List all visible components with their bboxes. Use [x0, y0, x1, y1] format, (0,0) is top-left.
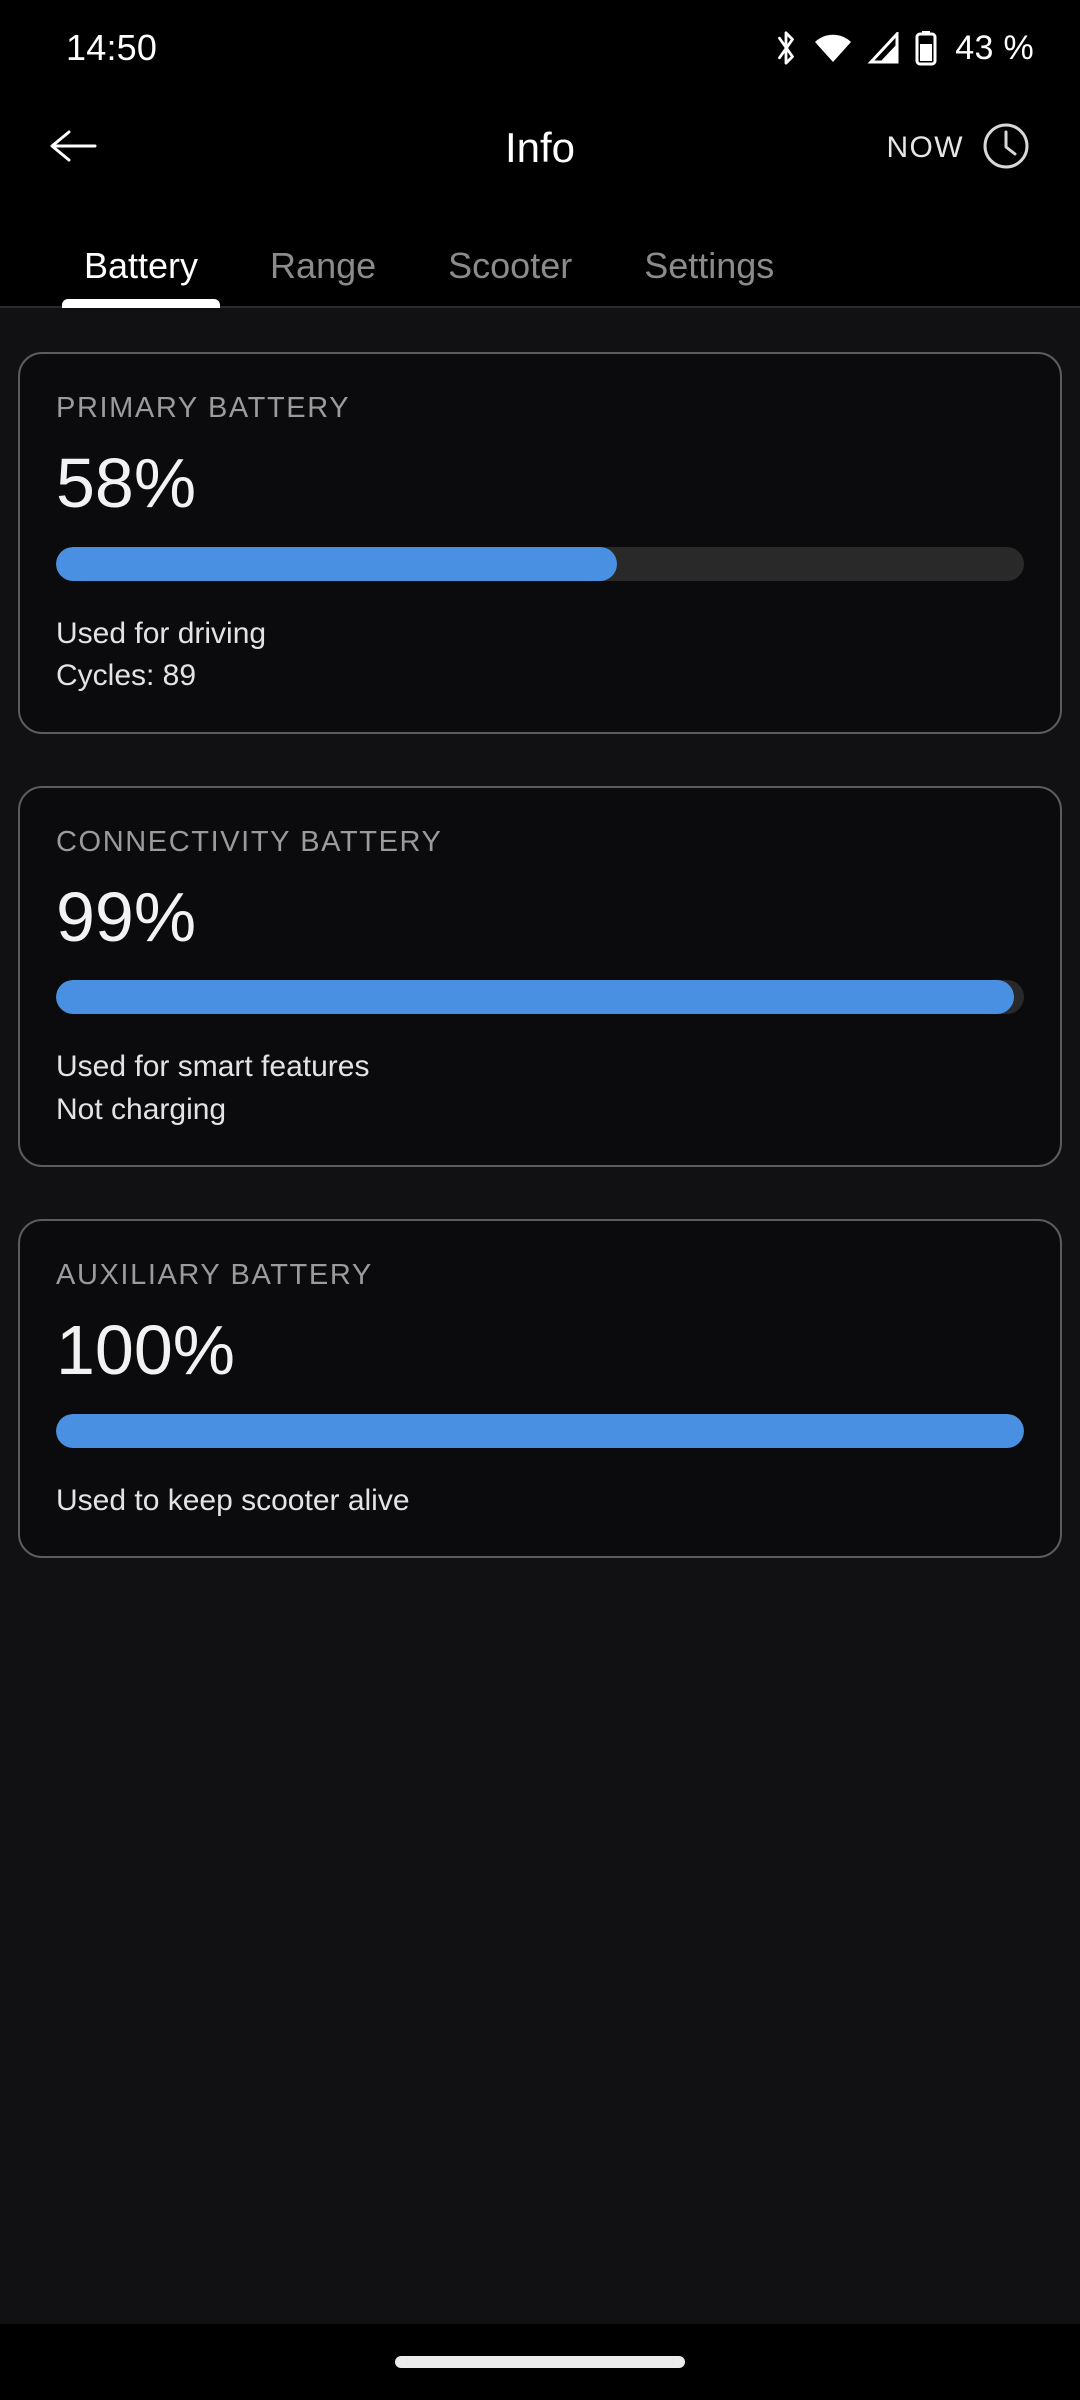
- battery-icon: [915, 30, 937, 66]
- connectivity-battery-progress-track: [56, 980, 1024, 1015]
- connectivity-battery-note-charging: Not charging: [56, 1092, 227, 1126]
- connectivity-battery-note-usage: Used for smart features: [56, 1050, 370, 1084]
- primary-battery-note-cycles: Cycles: 89: [56, 659, 197, 693]
- tab-battery[interactable]: Battery: [48, 248, 234, 308]
- status-bar-icons: 43 %: [773, 29, 1034, 68]
- tab-range[interactable]: Range: [234, 248, 412, 306]
- arrow-left-icon: [47, 126, 97, 171]
- now-button[interactable]: NOW: [886, 120, 1044, 177]
- tab-bar: Battery Range Scooter Settings: [0, 200, 1080, 308]
- status-bar-battery-percent: 43 %: [955, 28, 1034, 67]
- connectivity-battery-progress-fill: [56, 980, 1015, 1015]
- system-navigation-bar: [0, 2324, 1080, 2400]
- cellular-signal-icon: [867, 32, 901, 64]
- primary-battery-card[interactable]: PRIMARY BATTERY 58% Used for driving Cyc…: [18, 352, 1062, 734]
- battery-tab-content: PRIMARY BATTERY 58% Used for driving Cyc…: [0, 308, 1080, 2324]
- tab-scooter[interactable]: Scooter: [412, 248, 608, 306]
- back-button[interactable]: [36, 112, 108, 184]
- clock-icon: [980, 120, 1032, 177]
- status-bar: 14:50 43 %: [0, 0, 1080, 96]
- now-label: NOW: [886, 131, 964, 164]
- phone-screen: 14:50 43 % Info NOW Battery Range Scoote…: [0, 0, 1080, 2400]
- primary-battery-value: 58%: [56, 444, 197, 522]
- home-gesture-pill[interactable]: [395, 2356, 685, 2368]
- wifi-icon: [813, 32, 853, 64]
- auxiliary-battery-label: AUXILIARY BATTERY: [56, 1259, 373, 1292]
- auxiliary-battery-card[interactable]: AUXILIARY BATTERY 100% Used to keep scoo…: [18, 1219, 1062, 1559]
- status-bar-clock: 14:50: [66, 27, 158, 68]
- auxiliary-battery-progress-track: [56, 1413, 1024, 1448]
- connectivity-battery-label: CONNECTIVITY BATTERY: [56, 825, 443, 858]
- primary-battery-progress-track: [56, 546, 1024, 581]
- auxiliary-battery-value: 100%: [56, 1311, 236, 1390]
- connectivity-battery-value: 99%: [56, 877, 197, 956]
- connectivity-battery-card[interactable]: CONNECTIVITY BATTERY 99% Used for smart …: [18, 785, 1062, 1168]
- auxiliary-battery-note-usage: Used to keep scooter alive: [56, 1483, 410, 1517]
- primary-battery-progress-fill: [56, 546, 618, 581]
- primary-battery-label: PRIMARY BATTERY: [56, 392, 351, 424]
- auxiliary-battery-progress-fill: [56, 1413, 1024, 1448]
- bluetooth-icon: [773, 29, 799, 67]
- app-bar: Info NOW: [0, 96, 1080, 200]
- tab-settings[interactable]: Settings: [608, 248, 810, 306]
- primary-battery-note-usage: Used for driving: [56, 616, 267, 650]
